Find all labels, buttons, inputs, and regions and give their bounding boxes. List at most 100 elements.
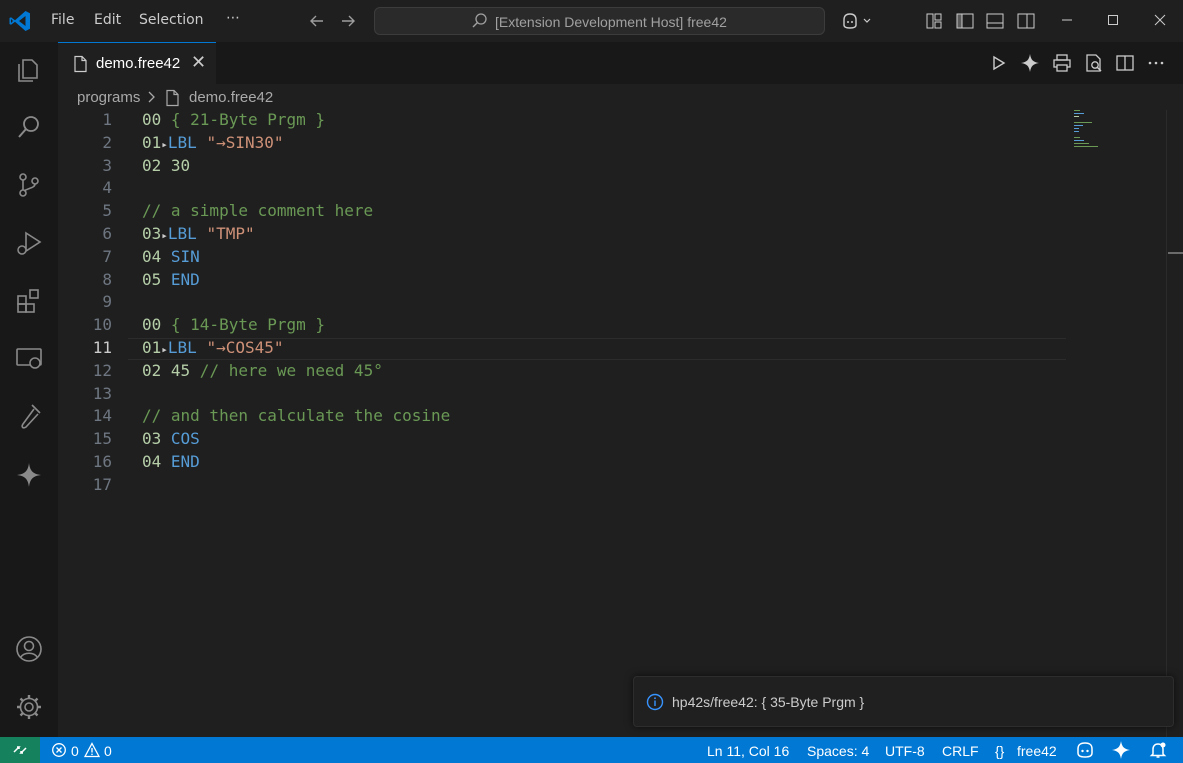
encoding[interactable]: UTF-8: [885, 743, 925, 759]
end-of-line[interactable]: CRLF: [942, 743, 979, 759]
code-token-cmd: LBL: [167, 338, 197, 357]
sparkle-status-icon[interactable]: [1111, 740, 1131, 760]
remote-explorer-icon[interactable]: [14, 344, 44, 374]
code-token-cmd: LBL: [167, 224, 197, 243]
notifications-bell-icon[interactable]: [1148, 740, 1168, 760]
sparkle-icon[interactable]: [1020, 53, 1040, 73]
forward-arrow-icon[interactable]: [338, 11, 358, 31]
notification-toast[interactable]: hp42s/free42: { 35-Byte Prgm }: [633, 676, 1174, 727]
code-token-str: "→COS45": [206, 338, 284, 357]
code-line[interactable]: 04 SIN: [142, 247, 200, 269]
command-center-search[interactable]: [Extension Development Host] free42: [374, 7, 825, 35]
code-editor[interactable]: 1 2 3 4 5 6 7 8 9 10 11 12 13 14 15 16 17 00 { 21-Byte P…: [58, 110, 1166, 737]
code-line[interactable]: 00 { 21-Byte Prgm }: [142, 110, 325, 132]
code-token-cmd: END: [170, 269, 200, 289]
tab-demo-free42[interactable]: demo.free42 ✕: [58, 42, 216, 84]
line-number: 9: [102, 292, 112, 312]
menu-selection[interactable]: Selection: [139, 12, 204, 28]
maximize-icon[interactable]: [1103, 10, 1123, 30]
toggle-secondary-sidebar-icon[interactable]: [1016, 11, 1036, 31]
code-token-cmt: // and then calculate the cosine: [142, 406, 451, 426]
menu-file[interactable]: File: [51, 12, 74, 28]
language-braces-icon: {}: [995, 743, 1005, 759]
scrollbar-cursor-marker: [1168, 252, 1183, 254]
language-mode[interactable]: free42: [1017, 743, 1057, 759]
error-count: 0: [71, 743, 79, 759]
code-token-cmd: LBL: [167, 132, 197, 152]
code-token-num: 45: [170, 360, 191, 380]
code-line[interactable]: 02 45 // here we need 45°: [142, 361, 383, 383]
code-line[interactable]: 01▸LBL "→COS45": [142, 338, 284, 360]
minimize-icon[interactable]: [1057, 10, 1077, 30]
code-line[interactable]: 03 COS: [142, 429, 200, 451]
tab-label: demo.free42: [96, 55, 181, 72]
indentation[interactable]: Spaces: 4: [807, 743, 869, 759]
menu-more-button[interactable]: ⋯: [226, 10, 240, 26]
customize-layout-icon[interactable]: [924, 11, 944, 31]
search-icon[interactable]: [14, 112, 44, 142]
run-debug-icon[interactable]: [14, 228, 44, 258]
code-token-num: 02: [142, 155, 162, 175]
code-line[interactable]: 00 { 14-Byte Prgm }: [142, 315, 325, 337]
code-token-arrow: ▸: [161, 229, 168, 242]
explorer-icon[interactable]: [14, 54, 44, 84]
warning-icon: [84, 742, 100, 758]
title-bar: File Edit Selection ⋯ [Extension Develop…: [0, 0, 1183, 42]
code-token-str: "→SIN30": [206, 132, 284, 152]
code-line[interactable]: 03▸LBL "TMP": [142, 224, 255, 246]
code-token-arrow: ▸: [161, 137, 168, 151]
settings-gear-icon[interactable]: [14, 692, 44, 722]
print-icon[interactable]: [1052, 53, 1072, 73]
extensions-icon[interactable]: [14, 286, 44, 316]
vertical-scrollbar[interactable]: [1166, 110, 1183, 737]
back-arrow-icon[interactable]: [307, 11, 327, 31]
code-token-num: 00: [142, 110, 162, 129]
line-number: 15: [92, 429, 112, 449]
code-line[interactable]: 02 30: [142, 156, 190, 178]
code-token-num: 03: [142, 429, 162, 449]
minimap[interactable]: [1074, 110, 1114, 150]
copilot-status-icon[interactable]: [1075, 740, 1095, 760]
more-actions-icon[interactable]: [1146, 53, 1166, 73]
code-line[interactable]: 04 END: [142, 452, 200, 474]
code-line[interactable]: 01▸LBL "→SIN30": [142, 133, 284, 155]
code-token-num: 03: [142, 224, 162, 243]
breadcrumb-file[interactable]: demo.free42: [189, 89, 273, 106]
code-line[interactable]: 05 END: [142, 270, 200, 292]
copilot-sparkle-icon[interactable]: [14, 460, 44, 490]
run-icon[interactable]: [988, 53, 1008, 73]
search-icon: [472, 13, 487, 28]
menu-edit[interactable]: Edit: [94, 12, 121, 28]
code-token-num: 01: [142, 338, 162, 357]
cursor-position[interactable]: Ln 11, Col 16: [707, 743, 789, 759]
split-editor-icon[interactable]: [1115, 53, 1135, 73]
source-control-icon[interactable]: [14, 170, 44, 200]
code-token-num: 30: [170, 155, 191, 175]
preview-search-icon[interactable]: [1084, 53, 1104, 73]
testing-flask-icon[interactable]: [14, 402, 44, 432]
breadcrumb-folder[interactable]: programs: [77, 89, 140, 106]
toggle-panel-icon[interactable]: [985, 11, 1005, 31]
toggle-sidebar-icon[interactable]: [955, 11, 975, 31]
close-window-icon[interactable]: [1150, 10, 1170, 30]
code-token-num: 00: [142, 315, 162, 335]
copilot-menu-icon[interactable]: [840, 11, 876, 31]
code-token-prg: { 14-Byte Prgm }: [161, 315, 326, 335]
close-tab-icon[interactable]: ✕: [191, 52, 206, 73]
code-line[interactable]: // a simple comment here: [142, 201, 373, 223]
line-number: 3: [102, 155, 112, 175]
editor-tabs: demo.free42 ✕: [58, 42, 1183, 84]
command-center-label: [Extension Development Host] free42: [495, 14, 727, 30]
line-number: 5: [102, 201, 112, 221]
code-token-num: 02: [142, 360, 162, 380]
line-number: 13: [92, 383, 112, 403]
notification-message: hp42s/free42: { 35-Byte Prgm }: [672, 694, 865, 710]
line-number: 8: [102, 269, 112, 289]
code-line[interactable]: // and then calculate the cosine: [142, 406, 450, 428]
accounts-icon[interactable]: [14, 634, 44, 664]
remote-indicator-button[interactable]: [0, 737, 40, 763]
